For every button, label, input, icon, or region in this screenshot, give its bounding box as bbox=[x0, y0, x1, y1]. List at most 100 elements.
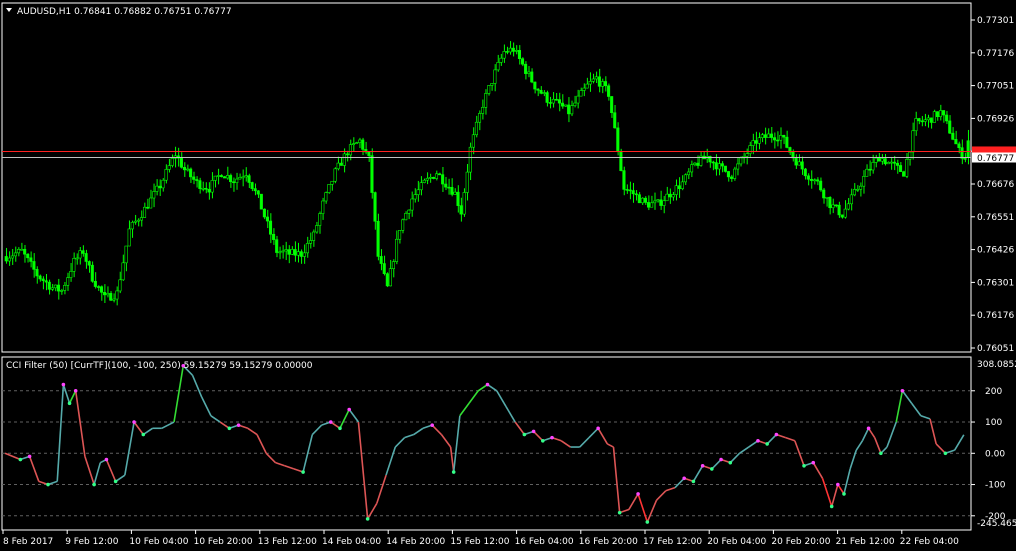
candle bbox=[192, 171, 196, 185]
candle bbox=[235, 172, 239, 190]
candle bbox=[158, 179, 162, 196]
cci-signal-dot bbox=[765, 442, 769, 446]
candle bbox=[7, 251, 11, 266]
cci-segment bbox=[133, 421, 144, 436]
cci-segment bbox=[348, 409, 360, 423]
candle bbox=[533, 81, 537, 94]
candle bbox=[121, 254, 125, 281]
candle bbox=[256, 190, 260, 198]
cci-signal-dot bbox=[227, 426, 232, 431]
candle bbox=[524, 61, 528, 80]
candle bbox=[124, 245, 128, 272]
candle bbox=[659, 190, 663, 210]
candle bbox=[855, 185, 860, 192]
candle bbox=[948, 115, 952, 135]
candle bbox=[447, 178, 451, 195]
candle bbox=[219, 174, 223, 178]
candle bbox=[96, 285, 100, 291]
candle bbox=[112, 293, 116, 303]
candle bbox=[379, 249, 383, 271]
candle bbox=[189, 167, 193, 183]
candle bbox=[250, 181, 254, 192]
indicator-panel[interactable]: CCI Filter (50) [CurrTF](100, -100, 250)… bbox=[1, 356, 972, 531]
candle bbox=[726, 170, 730, 182]
candle bbox=[474, 115, 478, 138]
candle bbox=[631, 182, 635, 203]
candle bbox=[13, 246, 17, 262]
candle bbox=[865, 164, 869, 177]
cci-signal-dot bbox=[719, 457, 723, 462]
candle bbox=[487, 85, 491, 96]
cci-segment bbox=[339, 409, 350, 429]
cci-segment bbox=[821, 478, 833, 507]
candle bbox=[545, 90, 549, 107]
candle bbox=[693, 162, 697, 167]
candle bbox=[109, 291, 113, 301]
candle bbox=[465, 164, 469, 201]
cci-signal-dot bbox=[596, 426, 600, 431]
candle bbox=[831, 198, 835, 214]
candle bbox=[671, 191, 675, 201]
candle bbox=[142, 202, 147, 218]
cci-segment bbox=[376, 474, 387, 504]
cci-segment bbox=[200, 396, 212, 417]
candle bbox=[207, 182, 211, 200]
candle bbox=[312, 229, 316, 247]
candle bbox=[106, 286, 110, 298]
candle bbox=[450, 178, 454, 197]
cci-segment bbox=[210, 415, 221, 423]
candle bbox=[182, 162, 187, 177]
candle bbox=[573, 95, 577, 108]
candle bbox=[324, 191, 328, 204]
indicator-header: CCI Filter (50) [CurrTF](100, -100, 250)… bbox=[6, 361, 313, 371]
candle bbox=[723, 165, 727, 173]
candle bbox=[201, 181, 205, 192]
price-grid bbox=[1, 2, 972, 353]
candle bbox=[152, 183, 156, 208]
candle bbox=[499, 53, 503, 66]
candle bbox=[259, 193, 263, 210]
candle bbox=[527, 66, 531, 78]
price-panel[interactable]: AUDUSD,H1 0.76841 0.76882 0.76751 0.7677… bbox=[1, 2, 972, 353]
cci-signal-dot bbox=[46, 482, 50, 487]
candle bbox=[616, 122, 620, 156]
cci-segment bbox=[275, 461, 285, 467]
candle bbox=[272, 228, 276, 245]
candle bbox=[262, 208, 266, 220]
candle bbox=[567, 97, 571, 123]
candle bbox=[720, 161, 724, 173]
candle bbox=[149, 189, 153, 209]
candle bbox=[816, 177, 820, 186]
candle bbox=[932, 109, 936, 123]
candle bbox=[905, 153, 909, 179]
cci-signal-dot bbox=[430, 423, 434, 427]
candle bbox=[47, 279, 51, 295]
candle bbox=[459, 197, 463, 222]
candle bbox=[35, 266, 39, 284]
candle bbox=[794, 154, 798, 169]
candle bbox=[29, 251, 33, 268]
candle bbox=[539, 86, 543, 95]
cci-signal-dot bbox=[338, 426, 342, 431]
triangle-down-icon[interactable] bbox=[6, 8, 12, 12]
candle bbox=[779, 127, 783, 149]
candle bbox=[351, 137, 356, 152]
candle bbox=[434, 170, 439, 181]
cci-segment bbox=[861, 427, 870, 442]
candle bbox=[505, 46, 509, 55]
candle bbox=[290, 246, 294, 256]
candle bbox=[204, 182, 208, 194]
candle bbox=[327, 184, 331, 194]
cci-signal-dot bbox=[774, 432, 779, 437]
candle bbox=[711, 160, 715, 171]
time-tick-label: 14 Feb 04:00 bbox=[322, 537, 381, 547]
candle bbox=[613, 105, 617, 129]
candle bbox=[198, 177, 202, 194]
candle bbox=[622, 166, 626, 196]
candle bbox=[376, 213, 380, 261]
candle bbox=[422, 178, 426, 184]
candle bbox=[103, 284, 107, 304]
price-tick-label: 0.76176 bbox=[977, 311, 1014, 321]
candle bbox=[902, 170, 906, 177]
symbol-header: AUDUSD,H1 0.76841 0.76882 0.76751 0.7677… bbox=[17, 7, 232, 17]
